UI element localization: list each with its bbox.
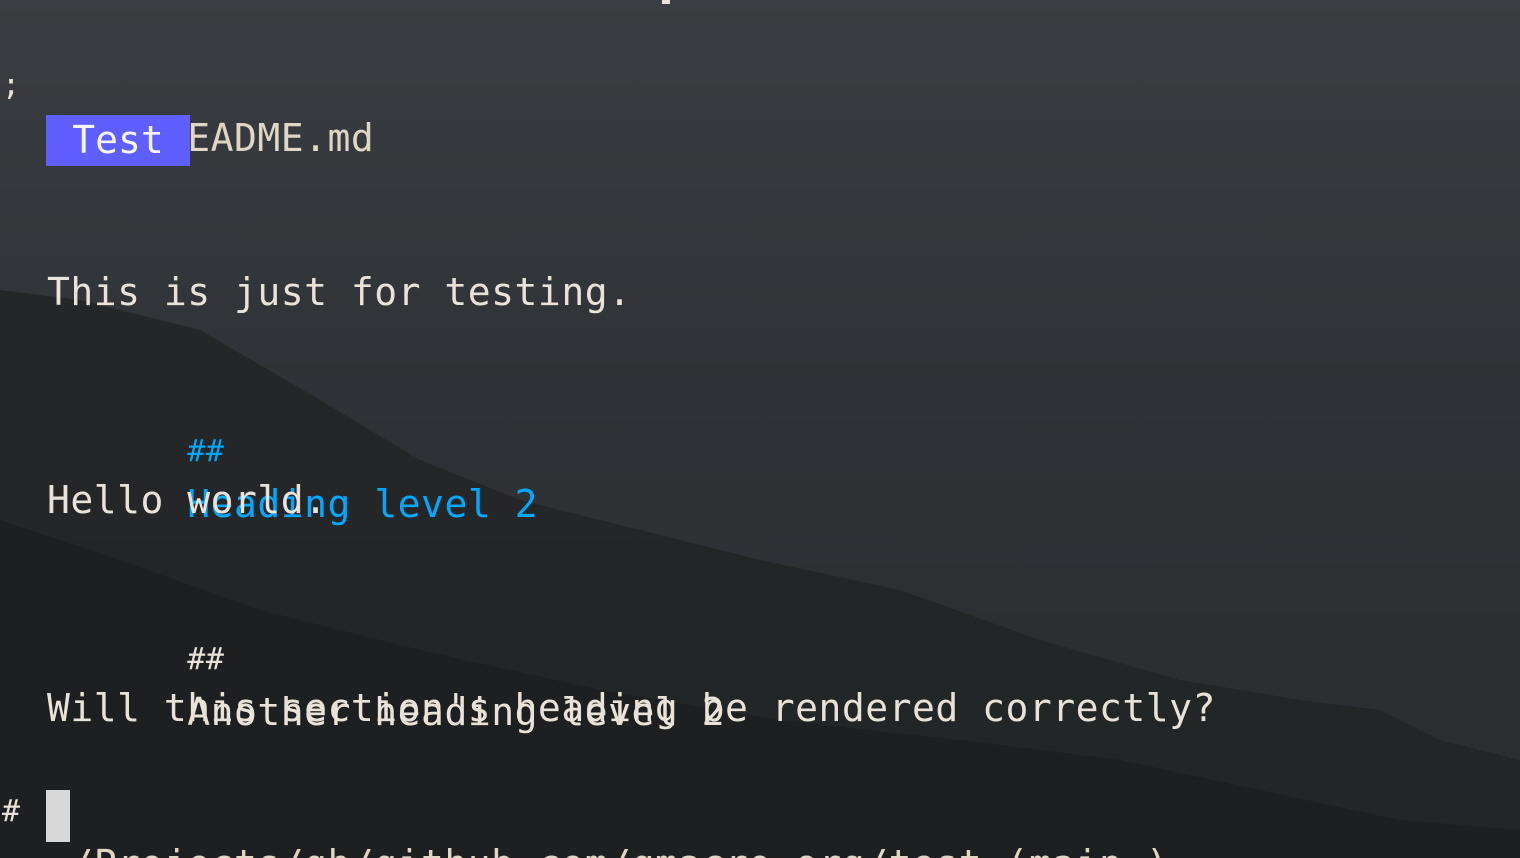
heading-line-plain: ## Another heading level 2 <box>0 526 724 734</box>
text-cursor[interactable] <box>46 790 70 842</box>
heading-marker: ## <box>187 642 225 677</box>
paragraph-text: Hello world. <box>47 478 328 522</box>
document-title: Test <box>46 115 190 166</box>
paragraph-line: Will this section's heading be rendered … <box>0 630 1215 730</box>
scroll-indicator <box>662 0 670 4</box>
paragraph-text: Will this section's heading be rendered … <box>47 686 1216 730</box>
path-status-line: # ~/Projects/gh/github.com/qmacro-org/te… <box>0 734 1169 858</box>
command-line: ; glow README.md <box>0 8 374 160</box>
terminal-window[interactable]: ; glow README.md Test This is just for t… <box>0 0 1520 858</box>
heading-line-accent: ## Heading level 2 <box>0 318 537 526</box>
input-prompt-symbol: ; <box>2 842 32 858</box>
working-directory: ~/Projects/gh/github.com/qmacro-org/test… <box>47 838 1169 858</box>
paragraph-text: This is just for testing. <box>47 270 632 314</box>
heading-marker: ## <box>187 434 225 469</box>
prompt-symbol: ; <box>2 68 21 103</box>
paragraph-line: This is just for testing. <box>0 214 631 314</box>
paragraph-line: Hello world. <box>0 422 327 522</box>
